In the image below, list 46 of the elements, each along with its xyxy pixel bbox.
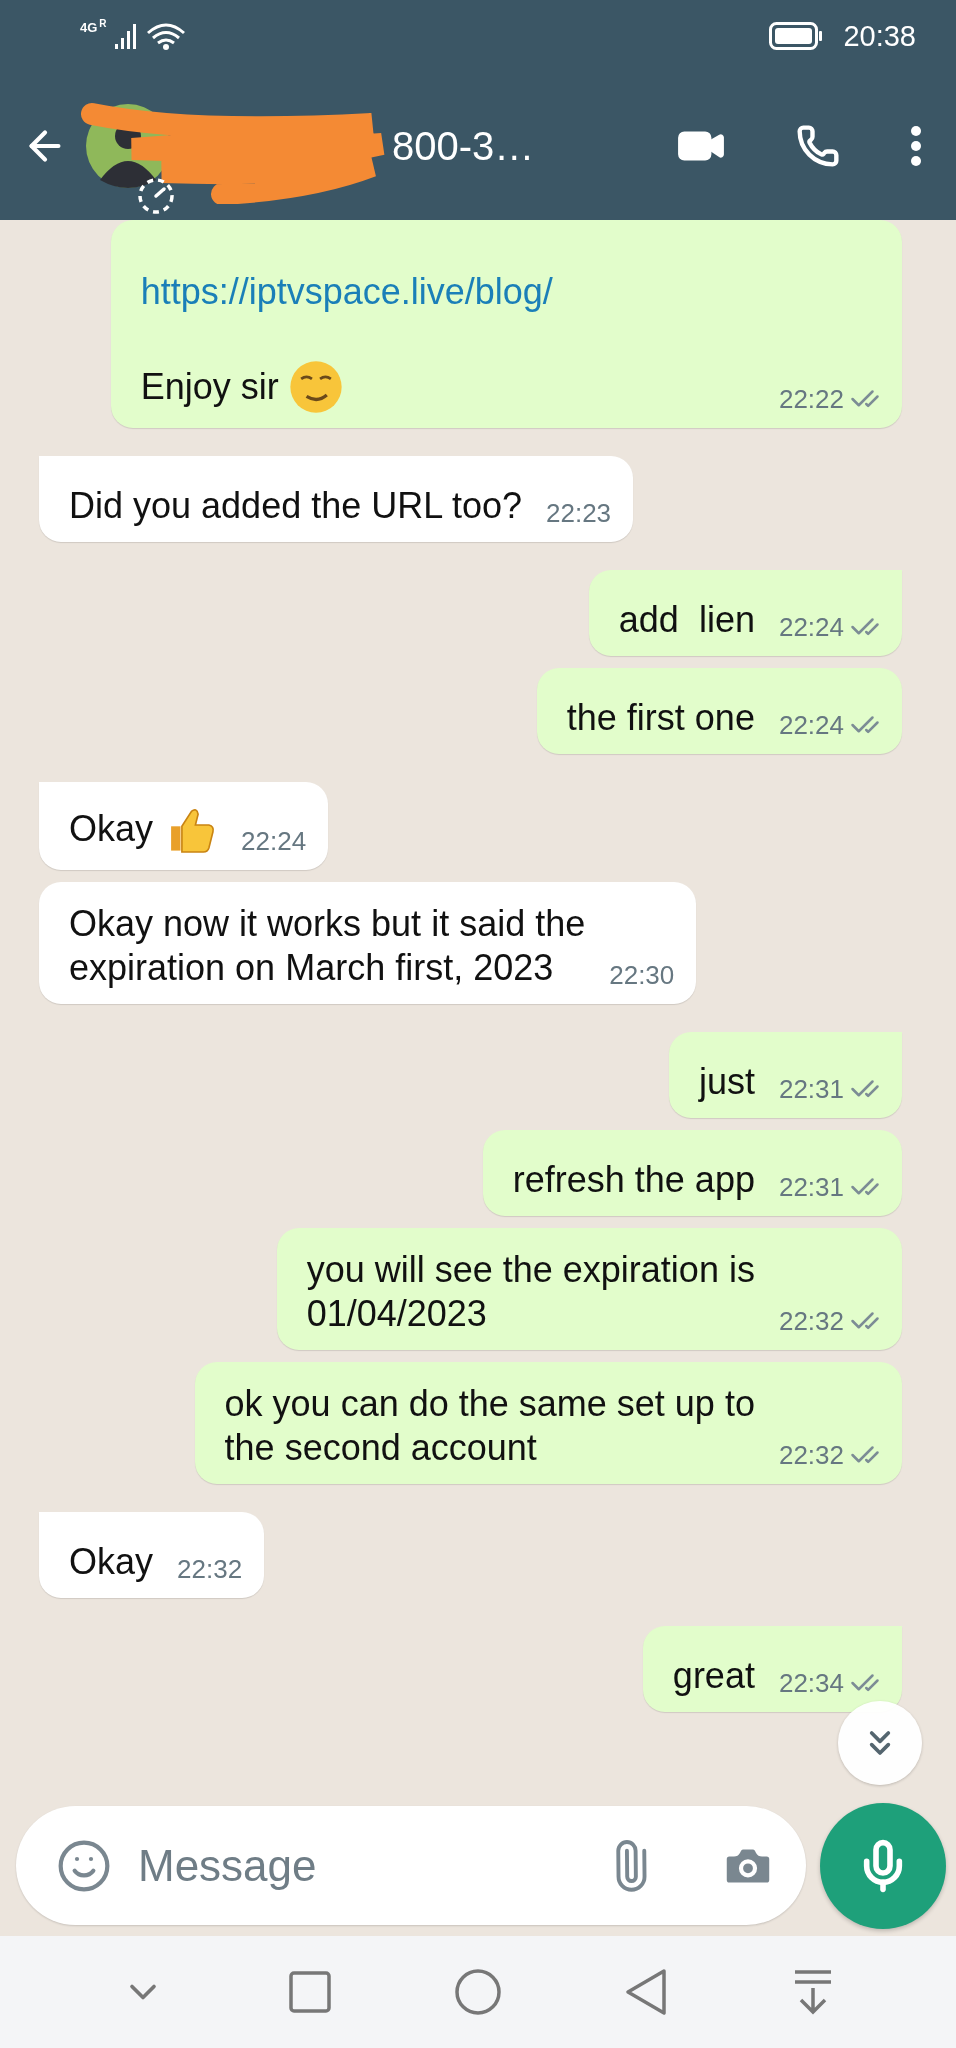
message-text: just <box>698 1060 755 1104</box>
network-type: 4G <box>80 20 98 35</box>
message-time: 22:31 <box>778 1172 844 1202</box>
home-button[interactable] <box>453 1968 502 2016</box>
menu-button[interactable] <box>910 125 922 167</box>
message-text: Okay now it works but it said the expiration on March first, 2023 <box>69 902 586 990</box>
battery-icon <box>769 22 824 50</box>
back-nav-button[interactable] <box>624 1968 669 2016</box>
scroll-down-button[interactable] <box>838 1701 922 1785</box>
contact-name[interactable]: 800-3… <box>392 123 535 169</box>
message-time: 22:24 <box>778 612 844 642</box>
wifi-icon <box>144 21 187 51</box>
message-text: great <box>672 1654 755 1698</box>
message-text: the first one <box>566 696 755 740</box>
message-time: 22:32 <box>778 1440 844 1470</box>
message-text: Okay <box>69 1540 154 1584</box>
roaming-indicator: R <box>99 18 107 29</box>
message-link[interactable]: https://iptvspace.live/blog/ <box>140 270 880 314</box>
message-field[interactable]: Message <box>16 1806 806 1925</box>
message-text: Okay <box>69 807 154 851</box>
message-time: 22:24 <box>241 826 307 856</box>
message-text: Did you added the URL too? <box>69 484 522 528</box>
message-text: ok you can do the same set up to the second account <box>224 1382 755 1470</box>
voice-call-button[interactable] <box>796 124 840 168</box>
message-time: 22:31 <box>778 1074 844 1104</box>
message-time: 22:22 <box>778 384 844 414</box>
smiling-face-icon <box>288 360 343 414</box>
message-time: 22:34 <box>778 1668 844 1698</box>
message-time: 22:23 <box>546 498 612 528</box>
message-time: 22:24 <box>778 710 844 740</box>
message-time: 22:32 <box>177 1554 243 1584</box>
message-time: 22:30 <box>609 960 675 990</box>
message-time: 22:32 <box>778 1306 844 1336</box>
circle-icon <box>453 1968 502 2016</box>
phone-icon <box>796 124 840 168</box>
message-text: add lien <box>618 598 755 642</box>
menu-icon <box>910 125 922 167</box>
square-icon <box>287 1970 332 2014</box>
message-text: you will see the expiration is 01/04/2023 <box>306 1248 755 1336</box>
message-input-field[interactable]: Message <box>136 1839 580 1892</box>
message-text: refresh the app <box>512 1158 755 1202</box>
clock-time: 20:38 <box>843 19 916 53</box>
message-text: Enjoy sir <box>140 365 279 409</box>
signal-icon <box>114 22 137 50</box>
recents-button[interactable] <box>287 1970 332 2014</box>
triangle-icon <box>624 1968 669 2016</box>
